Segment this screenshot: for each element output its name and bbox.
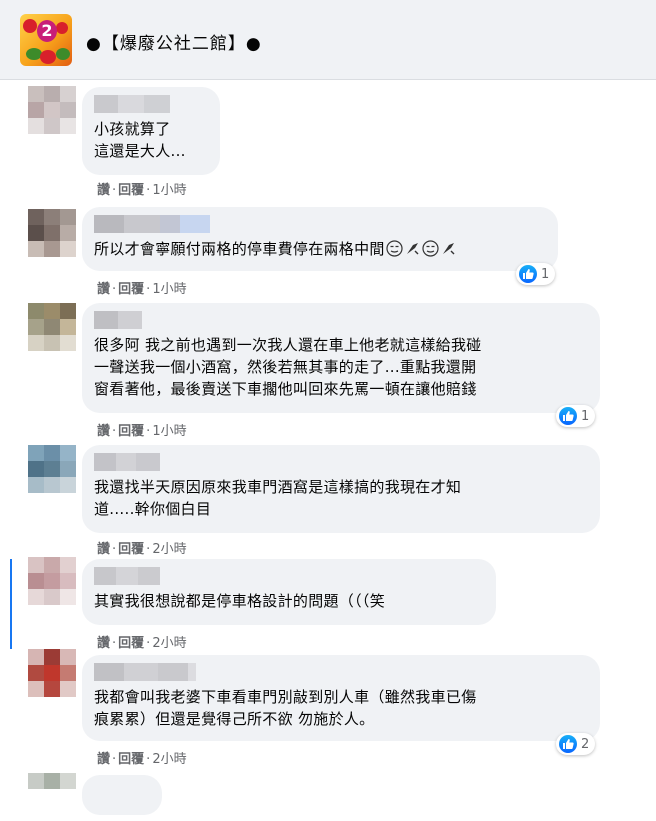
flower-decoration	[56, 22, 68, 34]
reaction-summary[interactable]: 2	[556, 733, 596, 755]
separator: ·	[112, 282, 117, 297]
separator: ·	[112, 424, 117, 439]
reply-link[interactable]: 回覆	[118, 183, 144, 198]
timestamp-link[interactable]: 2小時	[152, 752, 186, 767]
like-link[interactable]: 讚	[97, 424, 110, 439]
comment-text: 其實我很想說都是停車格設計的問題（（（笑	[94, 592, 386, 610]
author-name-blurred[interactable]	[94, 311, 586, 329]
thumbs-up-icon	[559, 407, 577, 425]
group-header: 2 ●【爆廢公社二館】●	[0, 0, 656, 80]
thumbs-up-icon	[519, 265, 537, 283]
smirk-face-icon	[422, 240, 439, 257]
timestamp-link[interactable]: 1小時	[152, 282, 186, 297]
comment-text: 很多阿 我之前也遇到一次我人還在車上他老就這樣給我碰 一聲送我一個小酒窩，然後若…	[94, 336, 482, 398]
comment-bubble: 我還找半天原因原來我車門酒窩是這樣搞的我現在才知 道.....幹你個白目	[82, 445, 600, 533]
reply-link[interactable]: 回覆	[118, 636, 144, 651]
avatar[interactable]	[28, 557, 76, 605]
comment-bubble: 很多阿 我之前也遇到一次我人還在車上他老就這樣給我碰 一聲送我一個小酒窩，然後若…	[82, 303, 600, 413]
comment-text: 小孩就算了 這還是大人...	[94, 120, 186, 160]
thread-indicator	[10, 559, 12, 649]
author-name-blurred[interactable]	[94, 567, 482, 585]
reply-link[interactable]: 回覆	[118, 424, 144, 439]
comment-bubble: 其實我很想說都是停車格設計的問題（（（笑	[82, 559, 496, 625]
reaction-summary[interactable]: 1	[556, 405, 596, 427]
reply-link[interactable]: 回覆	[118, 542, 144, 557]
flower-decoration	[23, 19, 37, 33]
sweat-drop-icon	[442, 243, 455, 255]
reaction-summary[interactable]: 1	[516, 263, 556, 285]
reply-link[interactable]: 回覆	[118, 752, 144, 767]
comment-actions: 讚 · 回覆 · 2小時	[97, 632, 187, 651]
timestamp-link[interactable]: 2小時	[152, 636, 186, 651]
avatar[interactable]	[28, 303, 76, 351]
comment-actions: 讚 · 回覆 · 2小時	[97, 748, 187, 767]
comment-bubble	[82, 775, 162, 815]
comment-text: 我還找半天原因原來我車門酒窩是這樣搞的我現在才知 道.....幹你個白目	[94, 478, 462, 518]
comment-bubble: 小孩就算了 這還是大人...	[82, 87, 220, 175]
sweat-drop-icon	[406, 243, 419, 255]
avatar[interactable]	[28, 209, 76, 257]
comment-text: 所以才會寧願付兩格的停車費停在兩格中間	[94, 238, 544, 260]
comment-text-body: 所以才會寧願付兩格的停車費停在兩格中間	[94, 240, 385, 258]
author-name-blurred[interactable]	[94, 453, 586, 471]
separator: ·	[112, 636, 117, 651]
timestamp-link[interactable]: 1小時	[152, 183, 186, 198]
comment-bubble: 我都會叫我老婆下車看車門別敲到別人車（雖然我車已傷 痕累累）但還是覺得己所不欲 …	[82, 655, 600, 741]
timestamp-link[interactable]: 2小時	[152, 542, 186, 557]
like-link[interactable]: 讚	[97, 183, 110, 198]
comment-actions: 讚 · 回覆 · 1小時	[97, 420, 187, 439]
separator: ·	[112, 183, 117, 198]
avatar[interactable]	[28, 649, 76, 697]
comment-actions: 讚 · 回覆 · 1小時	[97, 179, 187, 198]
like-link[interactable]: 讚	[97, 282, 110, 297]
comment-list: 小孩就算了 這還是大人... 讚 · 回覆 · 1小時 所以才會寧願付兩格的停車費停在兩…	[0, 81, 656, 815]
avatar[interactable]	[28, 773, 76, 821]
comment-actions: 讚 · 回覆 · 1小時	[97, 278, 187, 297]
thumbs-up-icon	[559, 735, 577, 753]
comment-actions: 讚 · 回覆 · 2小時	[97, 538, 187, 557]
avatar[interactable]	[28, 445, 76, 493]
separator: ·	[112, 752, 117, 767]
group-badge: 2	[37, 20, 57, 42]
flower-decoration	[40, 50, 56, 64]
comment-text: 我都會叫我老婆下車看車門別敲到別人車（雖然我車已傷 痕累累）但還是覺得己所不欲 …	[94, 688, 477, 728]
separator: ·	[112, 542, 117, 557]
group-name[interactable]: ●【爆廢公社二館】●	[86, 29, 262, 54]
like-link[interactable]: 讚	[97, 636, 110, 651]
author-name-blurred[interactable]	[94, 215, 544, 233]
timestamp-link[interactable]: 1小時	[152, 424, 186, 439]
like-link[interactable]: 讚	[97, 752, 110, 767]
group-avatar[interactable]: 2	[20, 14, 72, 66]
comment-bubble: 所以才會寧願付兩格的停車費停在兩格中間	[82, 207, 558, 271]
reaction-count: 1	[541, 266, 550, 282]
reply-link[interactable]: 回覆	[118, 282, 144, 297]
reaction-count: 2	[581, 736, 590, 752]
reaction-count: 1	[581, 408, 590, 424]
avatar[interactable]	[28, 86, 76, 134]
author-name-blurred[interactable]	[94, 663, 586, 681]
smirk-face-icon	[386, 240, 403, 257]
author-name-blurred[interactable]	[94, 95, 206, 113]
like-link[interactable]: 讚	[97, 542, 110, 557]
leaf-decoration	[56, 48, 70, 60]
